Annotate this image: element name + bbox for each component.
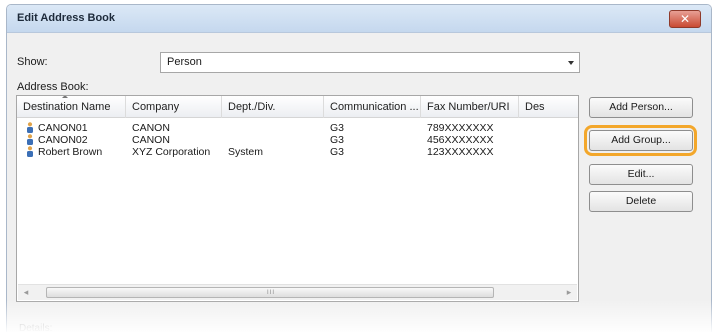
address-book-list[interactable]: Destination Name Company Dept./Div. Comm…	[16, 95, 579, 302]
person-icon	[27, 122, 33, 133]
column-header-label: Fax Number/URI	[427, 101, 510, 113]
cell-destination-name: CANON02	[38, 134, 88, 146]
close-button[interactable]: ✕	[669, 10, 701, 28]
cell-communication: G3	[330, 122, 345, 134]
title-bar: Edit Address Book ✕	[7, 5, 711, 33]
show-dropdown-value: Person	[167, 56, 202, 68]
cell-communication: G3	[330, 146, 345, 158]
cell-company: CANON	[132, 134, 170, 146]
show-label: Show:	[17, 56, 48, 68]
scrollbar-thumb[interactable]: III	[46, 287, 494, 298]
column-header-label: Des	[525, 101, 545, 113]
column-header-destination-name[interactable]: Destination Name	[17, 96, 126, 118]
column-header-dept[interactable]: Dept./Div.	[222, 96, 324, 118]
column-header-label: Destination Name	[23, 101, 111, 113]
chevron-down-icon	[568, 61, 574, 65]
show-dropdown[interactable]: Person	[160, 52, 580, 73]
grip-icon: III	[267, 290, 276, 296]
table-row[interactable]: CANON02 CANON G3 456XXXXXXX	[17, 134, 578, 146]
person-icon	[27, 146, 33, 157]
table-row[interactable]: CANON01 CANON G3 789XXXXXXX	[17, 122, 578, 134]
edit-button[interactable]: Edit...	[589, 164, 693, 185]
scroll-left-icon[interactable]: ◂	[18, 285, 34, 301]
cell-company: CANON	[132, 122, 170, 134]
list-header: Destination Name Company Dept./Div. Comm…	[17, 96, 578, 118]
column-header-company[interactable]: Company	[126, 96, 222, 118]
column-header-fax-number[interactable]: Fax Number/URI	[421, 96, 519, 118]
column-header-label: Company	[132, 101, 180, 113]
cell-destination-name: CANON01	[38, 122, 88, 134]
column-header-label: Dept./Div.	[228, 101, 276, 113]
column-header-label: Communication ...	[330, 101, 419, 113]
delete-button[interactable]: Delete	[589, 191, 693, 212]
cell-communication: G3	[330, 134, 345, 146]
edit-address-book-dialog: Edit Address Book ✕ Show: Person Address…	[6, 4, 712, 332]
table-row[interactable]: Robert Brown XYZ Corporation System G3 1…	[17, 146, 578, 158]
add-person-button[interactable]: Add Person...	[589, 97, 693, 118]
horizontal-scrollbar[interactable]: ◂ III ▸	[18, 284, 577, 300]
sort-ascending-icon	[62, 96, 68, 98]
cell-dept: System	[228, 146, 264, 158]
scroll-right-icon[interactable]: ▸	[561, 285, 577, 301]
dialog-title: Edit Address Book	[17, 12, 115, 24]
cell-destination-name: Robert Brown	[38, 146, 103, 158]
cell-company: XYZ Corporation	[132, 146, 211, 158]
address-book-label: Address Book:	[17, 81, 89, 93]
person-icon	[27, 134, 33, 145]
cell-fax-number: 456XXXXXXX	[427, 134, 494, 146]
cell-fax-number: 123XXXXXXX	[427, 146, 494, 158]
cell-fax-number: 789XXXXXXX	[427, 122, 494, 134]
details-label: Details:	[19, 323, 53, 332]
column-header-description[interactable]: Des	[519, 96, 549, 118]
add-group-button[interactable]: Add Group...	[589, 130, 693, 151]
column-header-communication[interactable]: Communication ...	[324, 96, 421, 118]
